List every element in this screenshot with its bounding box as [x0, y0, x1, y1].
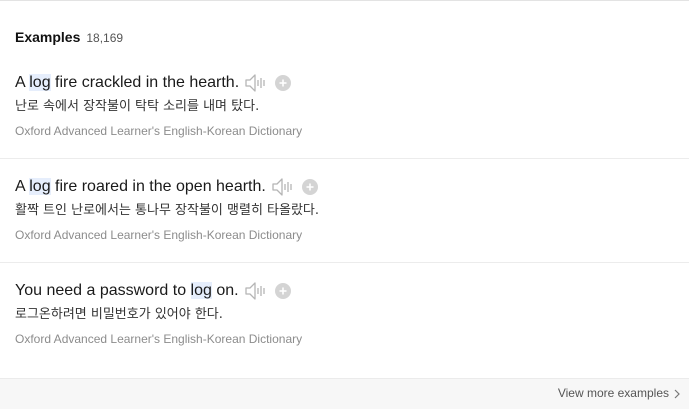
- sentence-text-before: A: [15, 178, 30, 195]
- view-more-examples-link[interactable]: View more examples: [558, 386, 681, 400]
- example-sentence-line: A log fire roared in the open hearth.: [15, 176, 689, 198]
- speaker-icon[interactable]: [244, 73, 268, 93]
- chevron-right-icon: [673, 388, 681, 399]
- example-sentence: A log fire crackled in the hearth.: [15, 74, 239, 92]
- example-sentence: A log fire roared in the open hearth.: [15, 178, 266, 196]
- examples-footer: View more examples: [0, 378, 689, 409]
- sentence-text-before: A: [15, 74, 30, 91]
- examples-title: Examples: [15, 29, 81, 45]
- add-to-wordbook-icon[interactable]: [274, 283, 291, 299]
- example-item: You need a password to log on. 로그온하려면 비밀…: [15, 280, 689, 347]
- add-to-wordbook-icon[interactable]: [301, 179, 318, 195]
- view-more-label: View more examples: [557, 386, 669, 400]
- speaker-icon[interactable]: [244, 281, 268, 301]
- top-border: [0, 0, 689, 1]
- highlighted-keyword: log: [29, 74, 51, 91]
- example-sentence-line: A log fire crackled in the hearth.: [15, 72, 689, 94]
- example-translation: 난로 속에서 장작불이 탁탁 소리를 내며 탔다.: [15, 99, 260, 114]
- example-source[interactable]: Oxford Advanced Learner's English-Korean…: [15, 124, 689, 139]
- divider: [0, 262, 689, 263]
- speaker-icon[interactable]: [271, 177, 295, 197]
- divider: [0, 158, 689, 159]
- example-translation: 활짝 트인 난로에서는 통나무 장작불이 맹렬히 타올랐다.: [15, 203, 320, 218]
- examples-count: 18,169: [86, 31, 124, 45]
- highlighted-keyword: log: [29, 178, 51, 195]
- sentence-text-after: fire crackled in the hearth.: [50, 74, 240, 91]
- example-source[interactable]: Oxford Advanced Learner's English-Korean…: [15, 228, 689, 243]
- sentence-text-after: fire roared in the open hearth.: [50, 178, 266, 195]
- sentence-text-before: You need a password to: [15, 282, 191, 299]
- examples-header: Examples 18,169: [15, 29, 123, 45]
- example-item: A log fire roared in the open hearth. 활짝…: [15, 176, 689, 243]
- example-sentence: You need a password to log on.: [15, 282, 239, 300]
- example-item: A log fire crackled in the hearth. 난로 속에…: [15, 72, 689, 139]
- example-source[interactable]: Oxford Advanced Learner's English-Korean…: [15, 332, 689, 347]
- example-sentence-line: You need a password to log on.: [15, 280, 689, 302]
- add-to-wordbook-icon[interactable]: [275, 75, 292, 91]
- sentence-text-after: on.: [211, 282, 239, 299]
- highlighted-keyword: log: [190, 282, 212, 299]
- example-translation: 로그온하려면 비밀번호가 있어야 한다.: [15, 307, 223, 322]
